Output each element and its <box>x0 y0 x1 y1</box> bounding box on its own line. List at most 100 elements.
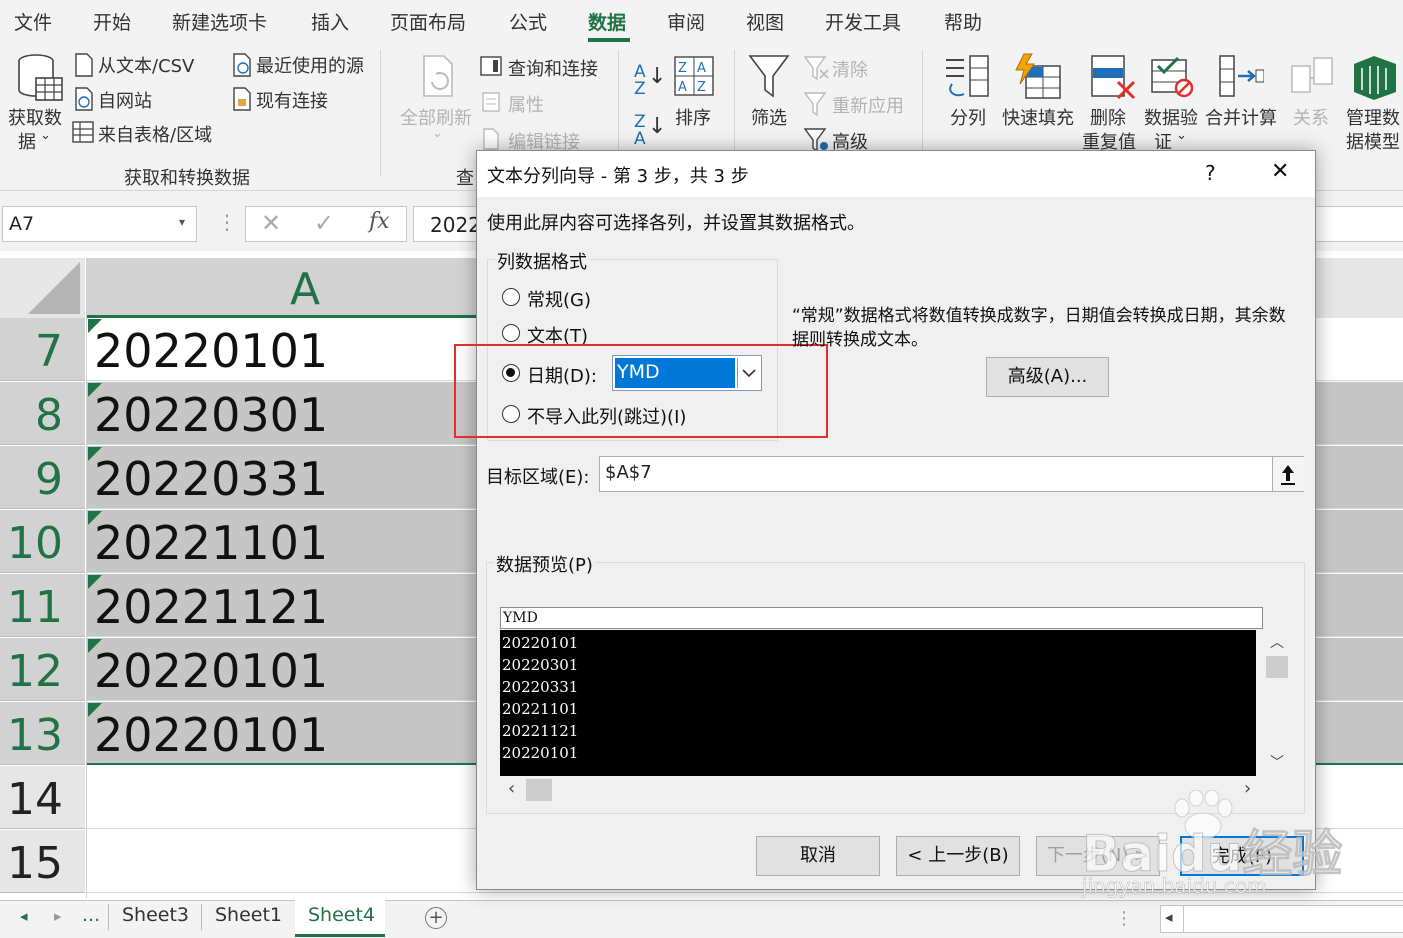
tab-page-layout[interactable]: 页面布局 <box>390 8 466 35</box>
row-header[interactable]: 12 <box>0 638 85 701</box>
row-number: 13 <box>7 710 63 761</box>
text-to-columns-icon <box>946 55 989 97</box>
radio-text[interactable] <box>502 324 520 342</box>
scroll-up-icon[interactable]: ︿ <box>1270 632 1284 652</box>
tab-developer[interactable]: 开发工具 <box>825 8 901 35</box>
error-indicator-icon <box>88 319 102 333</box>
row-number: 15 <box>7 838 63 889</box>
properties-button[interactable]: 属性 <box>508 91 544 117</box>
filter-button[interactable]: 筛选 <box>751 104 787 130</box>
more-sheets-button[interactable]: ... <box>82 904 100 926</box>
name-box[interactable]: A7 ▾ <box>2 206 197 242</box>
remove-duplicates-button[interactable]: 删除 <box>1090 104 1126 130</box>
tab-formulas[interactable]: 公式 <box>509 8 547 35</box>
text-to-columns-button[interactable]: 分列 <box>950 104 986 130</box>
sort-desc-icon[interactable]: ZA <box>634 114 646 148</box>
row-number: 8 <box>35 390 63 441</box>
error-indicator-icon <box>88 511 102 525</box>
horizontal-scrollbar[interactable]: ◂ <box>1160 905 1403 933</box>
active-tab-underline <box>588 38 630 42</box>
row-number: 12 <box>7 646 63 697</box>
clear-button[interactable]: 清除 <box>832 56 868 82</box>
tab-insert[interactable]: 插入 <box>311 8 349 35</box>
row-header[interactable]: 11 <box>0 574 85 637</box>
cancel-button[interactable]: 取消 <box>756 836 880 876</box>
row-header[interactable]: 10 <box>0 510 85 573</box>
row-header[interactable]: 15 <box>0 830 85 893</box>
cancel-icon[interactable]: ✕ <box>261 209 281 237</box>
close-icon[interactable]: ✕ <box>1271 159 1289 184</box>
scroll-thumb[interactable] <box>526 779 552 801</box>
sort-asc-icon[interactable]: AZ <box>634 64 646 98</box>
sheet-tab-sheet3[interactable]: Sheet3 <box>122 904 189 926</box>
help-button[interactable]: ? <box>1205 161 1216 185</box>
recent-sources-button[interactable]: 最近使用的源 <box>256 52 364 78</box>
data-model-button[interactable]: 管理数 <box>1346 104 1400 130</box>
tab-new-tab[interactable]: 新建选项卡 <box>172 8 267 35</box>
reapply-button[interactable]: 重新应用 <box>832 92 904 118</box>
web-icon <box>75 87 93 111</box>
flash-fill-button[interactable]: 快速填充 <box>1002 104 1074 130</box>
collapse-dialog-button[interactable] <box>1272 457 1304 491</box>
sort-button[interactable]: 排序 <box>675 104 711 130</box>
scroll-right-icon[interactable]: ▸ <box>54 907 62 925</box>
select-all-corner[interactable] <box>0 258 85 318</box>
highlight-annotation <box>454 344 828 438</box>
radio-general-label[interactable]: 常规(G) <box>527 286 591 312</box>
from-web-button[interactable]: 自网站 <box>98 87 152 113</box>
scroll-left-icon[interactable]: ◂ <box>1165 908 1173 926</box>
sheet-tab-sheet1[interactable]: Sheet1 <box>215 904 282 926</box>
destination-input[interactable]: $A$7 <box>599 456 1304 492</box>
row-header[interactable]: 14 <box>0 766 85 829</box>
preview-body[interactable] <box>500 630 1256 776</box>
preview-vertical-scrollbar[interactable]: ︿ ﹀ <box>1264 630 1290 776</box>
data-validation-button[interactable]: 数据验 <box>1144 104 1198 130</box>
clear-filter-icon <box>804 56 829 80</box>
sheet-tab-sheet4[interactable]: Sheet4 <box>308 904 375 926</box>
data-validation-icon <box>1151 56 1194 98</box>
enter-check-icon[interactable]: ✓ <box>314 209 334 237</box>
back-button[interactable]: < 上一步(B) <box>896 836 1020 876</box>
queries-connections-button[interactable]: 查询和连接 <box>508 55 598 81</box>
error-indicator-icon <box>88 383 102 397</box>
scroll-thumb[interactable] <box>1266 656 1288 678</box>
scroll-left-icon[interactable]: ‹ <box>508 778 515 799</box>
dialog-titlebar[interactable]: 文本分列向导 - 第 3 步，共 3 步 ? ✕ <box>477 151 1315 197</box>
tab-view[interactable]: 视图 <box>746 8 784 35</box>
tab-data[interactable]: 数据 <box>588 8 626 35</box>
queries-pane-icon <box>480 56 502 76</box>
cell-value: 20220301 <box>94 388 329 442</box>
formula-buttons: ✕ ✓ fx <box>245 206 407 242</box>
scroll-left-icon[interactable]: ◂ <box>20 907 28 925</box>
error-indicator-icon <box>88 703 102 717</box>
relationships-button[interactable]: 关系 <box>1293 104 1329 130</box>
add-sheet-button[interactable]: + <box>425 907 447 929</box>
ribbon-separator <box>380 50 381 176</box>
preview-row: 20221101 <box>502 700 579 718</box>
insert-function-icon[interactable]: fx <box>369 209 390 234</box>
from-table-button[interactable]: 来自表格/区域 <box>98 121 212 147</box>
tab-home[interactable]: 开始 <box>93 8 131 35</box>
tab-review[interactable]: 审阅 <box>667 8 705 35</box>
dropdown-arrow-icon[interactable]: ▾ <box>179 215 185 229</box>
get-data-button[interactable]: 获取数 <box>8 104 62 130</box>
existing-connections-button[interactable]: 现有连接 <box>256 87 328 113</box>
tab-help[interactable]: 帮助 <box>944 8 982 35</box>
from-text-csv-button[interactable]: 从文本/CSV <box>98 52 194 78</box>
row-header[interactable]: 7 <box>0 318 85 381</box>
radio-general[interactable] <box>502 288 520 306</box>
chevron-down-icon: ⌄ <box>1176 128 1187 143</box>
instruction-text: 使用此屏内容可选择各列，并设置其数据格式。 <box>487 213 865 234</box>
formula-content: 2022 <box>430 213 481 237</box>
scroll-down-icon[interactable]: ﹀ <box>1270 752 1284 772</box>
svg-text:A: A <box>678 80 687 95</box>
tab-file[interactable]: 文件 <box>14 8 52 35</box>
row-header[interactable]: 8 <box>0 382 85 445</box>
advanced-button[interactable]: 高级(A)... <box>986 357 1109 397</box>
get-data-label2: 据 <box>18 132 36 153</box>
sort-arrow-icon: ↓ <box>648 114 667 139</box>
row-header[interactable]: 13 <box>0 702 85 765</box>
consolidate-button[interactable]: 合并计算 <box>1205 104 1277 130</box>
row-header[interactable]: 9 <box>0 446 85 509</box>
advanced-filter-icon <box>804 128 828 152</box>
